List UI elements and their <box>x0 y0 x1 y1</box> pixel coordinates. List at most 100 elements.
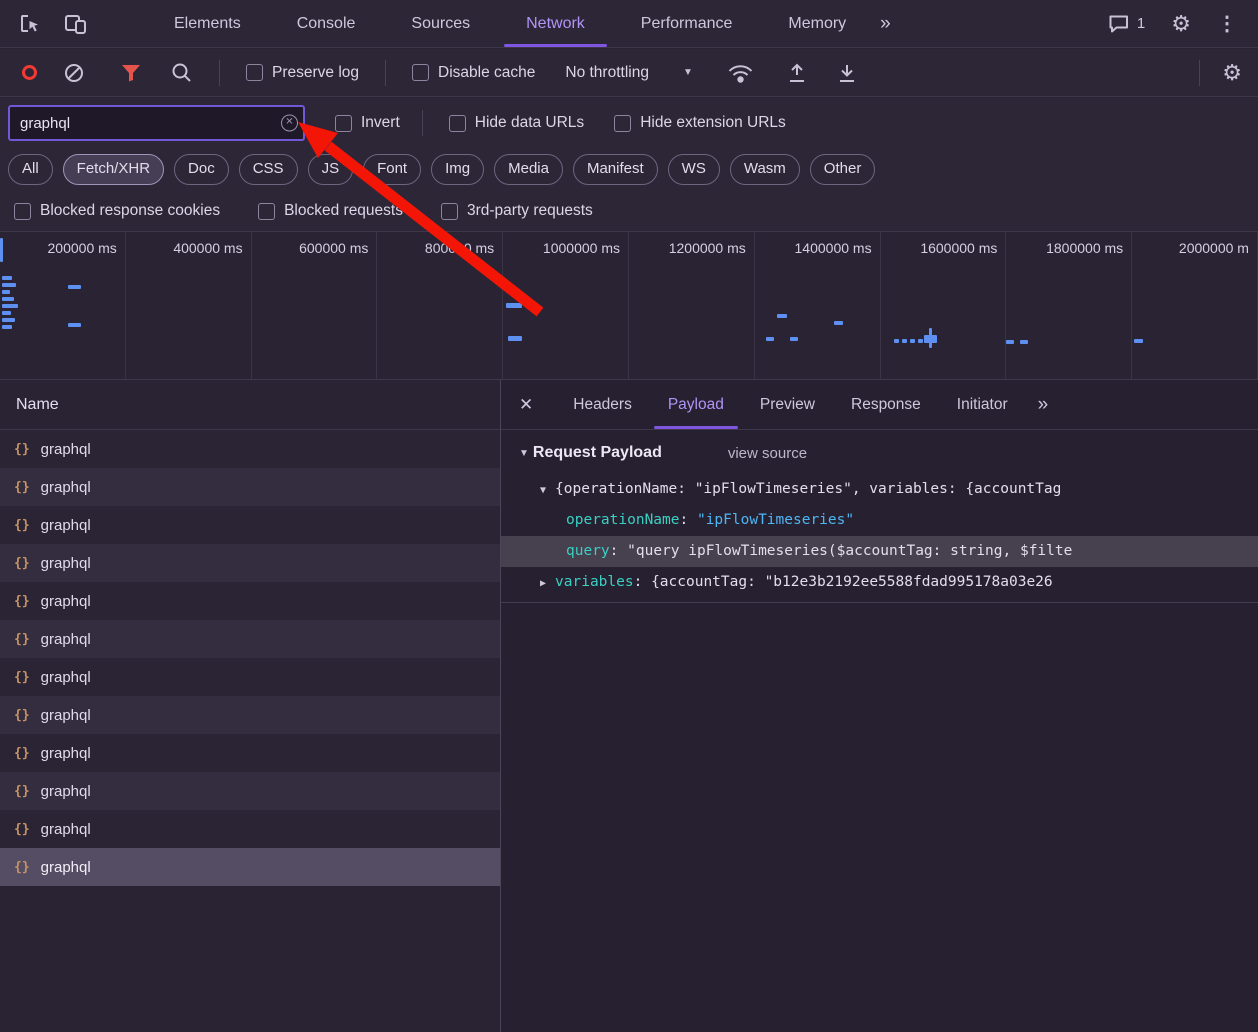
request-row[interactable]: {} graphql <box>0 734 500 772</box>
payload-query-row[interactable]: query: "query ipFlowTimeseries($accountT… <box>501 536 1258 567</box>
payload-variables-row[interactable]: ▶ variables: {accountTag: "b12e3b2192ee55… <box>519 567 1258 598</box>
checkbox-box <box>412 64 430 81</box>
type-filter-all[interactable]: All <box>8 154 53 185</box>
close-detail-icon[interactable]: ✕ <box>519 395 533 415</box>
expand-triangle-icon[interactable]: ▼ <box>540 485 546 496</box>
detail-tab-payload[interactable]: Payload <box>650 380 742 429</box>
import-har-icon[interactable] <box>786 62 808 84</box>
waterfall-bar <box>834 321 843 325</box>
xhr-braces-icon: {} <box>14 631 30 647</box>
request-row[interactable]: {} graphql <box>0 772 500 810</box>
checkbox-blocked-response-cookies[interactable]: Blocked response cookies <box>14 202 220 220</box>
detail-tab-headers[interactable]: Headers <box>555 380 650 429</box>
type-filter-other[interactable]: Other <box>809 154 876 185</box>
throttling-select[interactable]: No throttling ▼ <box>565 64 692 82</box>
inspect-element-icon[interactable] <box>14 9 44 39</box>
tab-sources[interactable]: Sources <box>383 0 498 47</box>
tab-memory[interactable]: Memory <box>760 0 874 47</box>
network-content: Name {} graphql {} graphql {} graphql {} graphq… <box>0 380 1258 1032</box>
waterfall-bar <box>777 314 787 318</box>
request-name: graphql <box>40 782 91 800</box>
request-row[interactable]: {} graphql <box>0 506 500 544</box>
more-menu-icon[interactable]: ⋮ <box>1217 11 1238 36</box>
payload-view: ▼ Request Payload view source ▼ {operatio… <box>501 430 1258 603</box>
request-row[interactable]: {} graphql <box>0 544 500 582</box>
clear-network-log-icon[interactable] <box>63 62 85 84</box>
request-name: graphql <box>40 516 91 534</box>
preserve-log-checkbox[interactable]: Preserve log <box>246 64 359 82</box>
request-row[interactable]: {} graphql <box>0 848 500 886</box>
checkbox-3rd-party-requests[interactable]: 3rd-party requests <box>440 202 593 220</box>
name-column-header[interactable]: Name <box>0 380 500 430</box>
request-row[interactable]: {} graphql <box>0 582 500 620</box>
payload-tree: ▼ {operationName: "ipFlowTimeseries", var… <box>501 474 1258 603</box>
type-filter-fetch-xhr[interactable]: Fetch/XHR <box>62 154 165 185</box>
request-row[interactable]: {} graphql <box>0 468 500 506</box>
request-detail-panel: ✕ Headers Payload Preview Response Initiator… <box>501 380 1258 1032</box>
waterfall-bar <box>929 328 932 348</box>
filter-input[interactable] <box>8 105 305 141</box>
tab-elements[interactable]: Elements <box>146 0 269 47</box>
waterfall-bar <box>910 339 915 343</box>
waterfall-bar <box>2 290 10 294</box>
search-icon[interactable] <box>171 62 193 84</box>
request-name: graphql <box>40 668 91 686</box>
network-conditions-icon[interactable] <box>727 62 754 84</box>
waterfall-bar <box>0 238 3 262</box>
hide-extension-urls-checkbox[interactable]: Hide extension URLs <box>614 114 786 132</box>
checkbox-blocked-requests[interactable]: Blocked requests <box>258 202 403 220</box>
network-settings-gear-icon[interactable]: ⚙ <box>1222 60 1242 86</box>
overview-bars <box>0 232 1258 379</box>
disable-cache-checkbox[interactable]: Disable cache <box>412 64 535 82</box>
export-har-icon[interactable] <box>836 62 858 84</box>
waterfall-bar <box>2 318 15 322</box>
request-row[interactable]: {} graphql <box>0 658 500 696</box>
request-name: graphql <box>40 478 91 496</box>
type-filter-manifest[interactable]: Manifest <box>572 154 658 185</box>
expand-triangle-icon[interactable]: ▶ <box>540 578 546 589</box>
waterfall-bar <box>506 303 522 308</box>
view-source-link[interactable]: view source <box>728 445 807 462</box>
detail-tab-response[interactable]: Response <box>833 380 939 429</box>
collapse-triangle-icon[interactable]: ▼ <box>519 448 529 459</box>
network-overview[interactable]: 200000 ms 400000 ms 600000 ms 800000 ms 1000… <box>0 232 1258 380</box>
clear-filter-icon[interactable]: ✕ <box>281 114 298 132</box>
type-filter-wasm[interactable]: Wasm <box>729 154 800 185</box>
type-filter-img[interactable]: Img <box>431 154 485 185</box>
issues-button[interactable]: 1 <box>1108 14 1145 34</box>
more-panels-icon[interactable]: » <box>880 13 891 35</box>
request-row[interactable]: {} graphql <box>0 620 500 658</box>
waterfall-bar <box>68 323 81 327</box>
xhr-braces-icon: {} <box>14 517 30 533</box>
detail-tab-initiator[interactable]: Initiator <box>939 380 1026 429</box>
payload-summary-row[interactable]: ▼ {operationName: "ipFlowTimeseries", var… <box>519 474 1258 505</box>
type-filter-media[interactable]: Media <box>494 154 563 185</box>
tab-performance[interactable]: Performance <box>613 0 761 47</box>
invert-checkbox[interactable]: Invert <box>335 114 400 132</box>
record-network-log-button[interactable] <box>22 65 37 80</box>
waterfall-bar <box>2 283 16 287</box>
type-filter-doc[interactable]: Doc <box>174 154 229 185</box>
type-filter-css[interactable]: CSS <box>238 154 298 185</box>
filter-funnel-icon[interactable] <box>121 64 141 82</box>
tab-console[interactable]: Console <box>269 0 384 47</box>
detail-tab-preview[interactable]: Preview <box>742 380 833 429</box>
request-row[interactable]: {} graphql <box>0 810 500 848</box>
settings-gear-icon[interactable]: ⚙ <box>1171 11 1191 37</box>
xhr-braces-icon: {} <box>14 479 30 495</box>
tab-network[interactable]: Network <box>498 0 613 47</box>
hide-data-urls-checkbox[interactable]: Hide data URLs <box>448 114 584 132</box>
payload-header: ▼ Request Payload view source <box>519 444 1258 462</box>
filter-box: ✕ <box>8 105 305 141</box>
payload-section-title: Request Payload <box>532 444 662 461</box>
xhr-braces-icon: {} <box>14 859 30 875</box>
request-row[interactable]: {} graphql <box>0 696 500 734</box>
request-row[interactable]: {} graphql <box>0 430 500 468</box>
type-filter-js[interactable]: JS <box>307 154 354 185</box>
device-toolbar-icon[interactable] <box>60 9 90 39</box>
request-name: graphql <box>40 440 91 458</box>
type-filter-font[interactable]: Font <box>363 154 422 185</box>
detail-more-tabs-icon[interactable]: » <box>1038 394 1049 416</box>
type-filter-ws[interactable]: WS <box>667 154 720 185</box>
payload-operation-row[interactable]: operationName: "ipFlowTimeseries" <box>519 505 1258 536</box>
